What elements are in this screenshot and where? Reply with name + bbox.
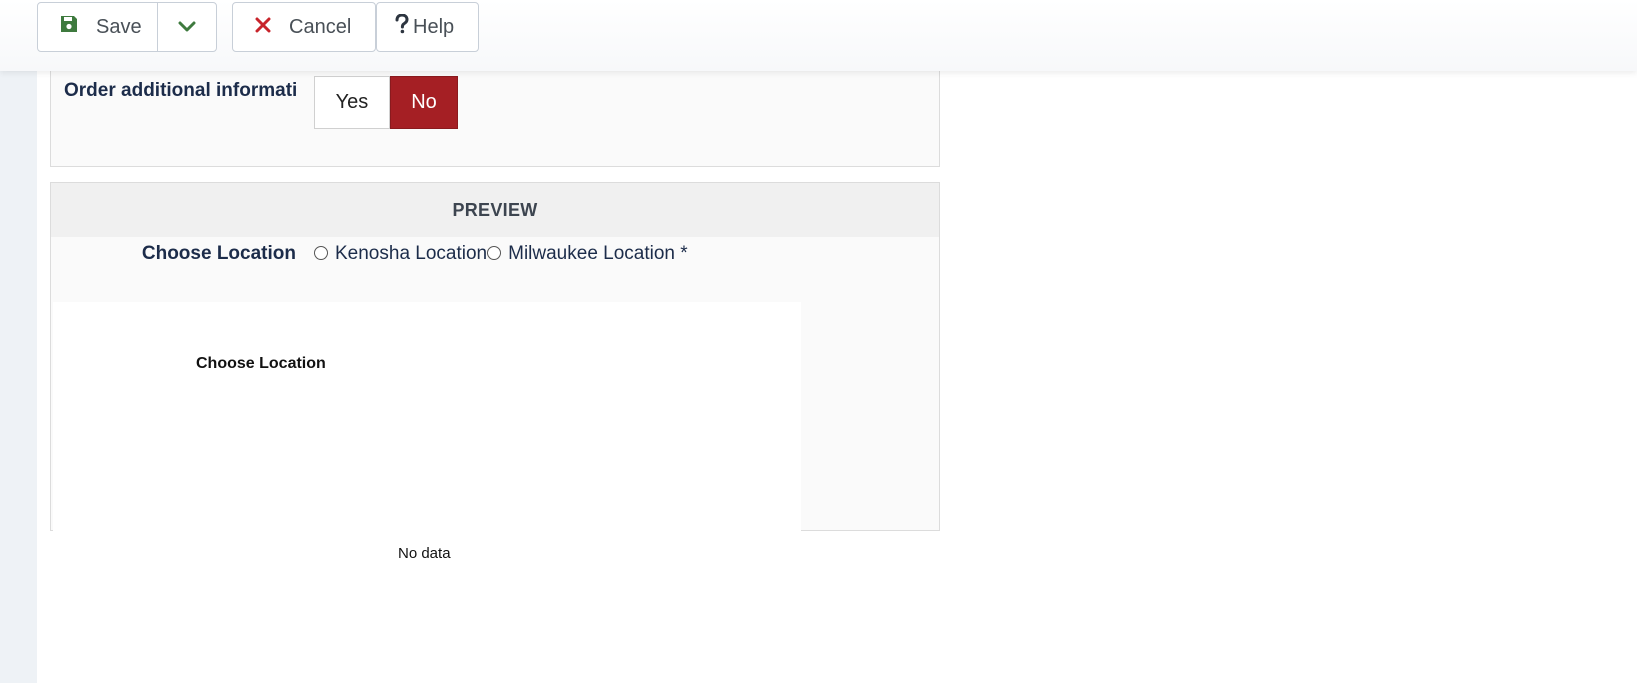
no-data-text: No data [398,545,451,562]
radio-circle[interactable] [487,246,502,260]
x-icon [255,16,271,39]
location-radio-group: Kenosha Location Milwaukee Location * [314,243,688,265]
save-dropdown-toggle[interactable] [158,3,216,51]
question-mark-icon [395,13,409,40]
chevron-down-icon [178,16,196,39]
save-button-group: Save [37,2,217,52]
cancel-button[interactable]: Cancel [232,2,376,52]
preview-panel: PREVIEW Choose Location Kenosha Location… [50,182,940,532]
left-sidebar-strip [0,0,37,683]
yes-no-switcher: Yes No [314,76,458,129]
preview-frame: Choose Location [53,302,801,532]
help-button[interactable]: Help [376,2,479,52]
yes-option[interactable]: Yes [314,76,390,129]
help-label: Help [413,15,455,38]
preview-header: PREVIEW [51,183,939,237]
no-option[interactable]: No [390,76,458,129]
radio-label-milwaukee: Milwaukee Location * [508,243,688,264]
toolbar: Save Cancel Help [0,0,1637,71]
choose-location-label: Choose Location [141,243,296,264]
radio-kenosha-location[interactable]: Kenosha Location [314,243,487,265]
radio-milwaukee-location[interactable]: Milwaukee Location * [487,243,688,265]
frame-choose-location-title: Choose Location [196,355,326,372]
floppy-disk-icon [60,15,78,39]
order-info-panel: Order additional informati Yes No [50,60,940,167]
order-additional-info-label: Order additional informati [64,80,296,101]
save-label: Save [96,15,142,38]
radio-label-kenosha: Kenosha Location [335,243,488,264]
save-button[interactable]: Save [38,3,158,51]
cancel-label: Cancel [289,15,352,38]
radio-circle[interactable] [314,246,328,260]
